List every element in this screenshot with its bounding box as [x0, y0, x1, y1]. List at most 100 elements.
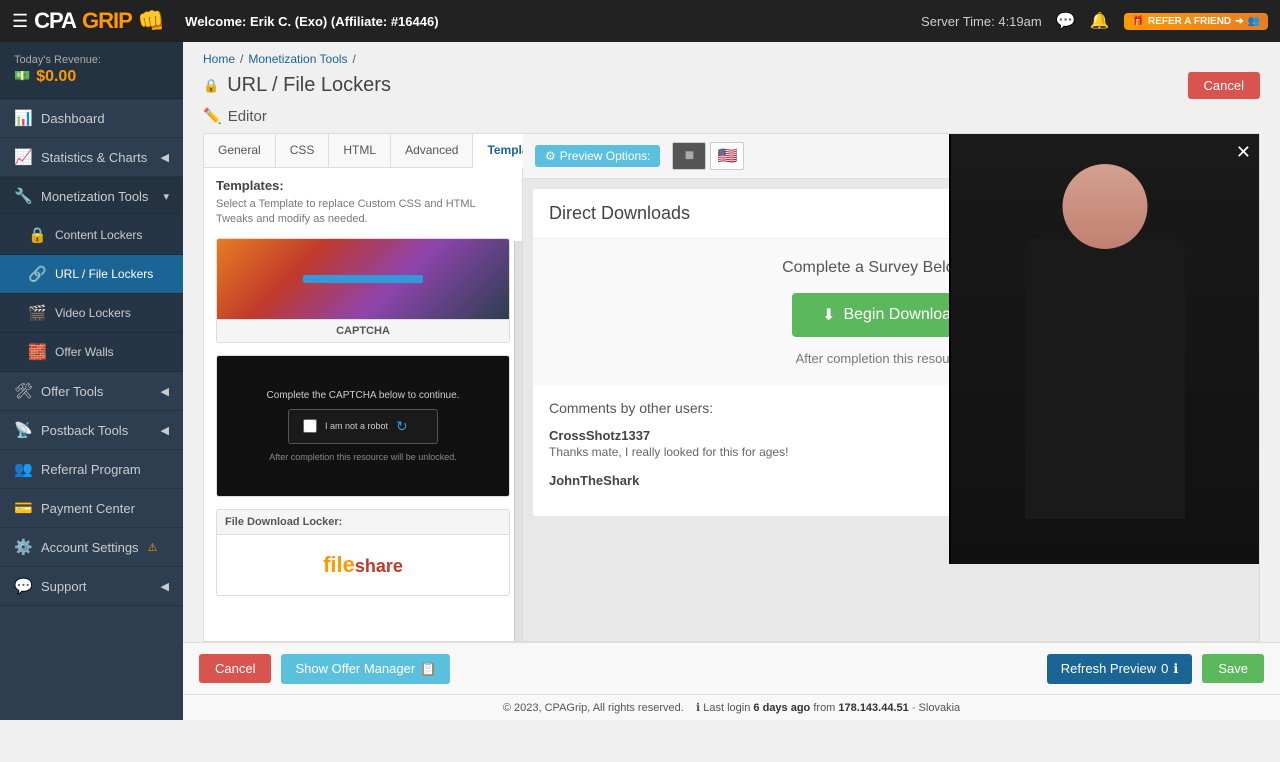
tab-css[interactable]: CSS — [276, 134, 330, 167]
tab-general[interactable]: General — [204, 134, 276, 167]
fist-icon: 👊 — [138, 8, 165, 34]
cancel-top-button[interactable]: Cancel — [1188, 72, 1260, 99]
offer-walls-icon: 🧱 — [28, 343, 46, 361]
sidebar-item-dashboard[interactable]: 📊 Dashboard — [0, 99, 183, 138]
download-icon: ⬇ — [822, 305, 835, 325]
last-login-time: 6 days ago — [753, 702, 810, 714]
breadcrumb-home[interactable]: Home — [203, 52, 235, 66]
sidebar-item-video-lockers[interactable]: 🎬 Video Lockers — [0, 294, 183, 333]
info-icon: ℹ — [1173, 661, 1178, 677]
video-icon: 🎬 — [28, 304, 46, 322]
sidebar-item-url-lockers[interactable]: 🔗 URL / File Lockers — [0, 255, 183, 294]
sidebar-item-postback-tools[interactable]: 📡 Postback Tools ◀ — [0, 411, 183, 450]
sidebar-item-offer-tools[interactable]: 🛠 Offer Tools ◀ — [0, 372, 183, 411]
save-button[interactable]: Save — [1202, 654, 1264, 683]
copyright: © 2023, CPAGrip, All rights reserved. — [503, 702, 684, 714]
show-offer-button[interactable]: Show Offer Manager 📋 — [281, 654, 450, 684]
brand-grip: GRIP — [82, 8, 132, 34]
template-preview-fileshare: fileshare — [217, 535, 509, 595]
scrollbar[interactable] — [514, 241, 522, 641]
refer-arrow-icon: ➜ — [1235, 16, 1243, 27]
postback-icon: 📡 — [14, 421, 32, 439]
payment-icon: 💳 — [14, 499, 32, 517]
video-person: ✕ — [951, 134, 1259, 564]
hamburger-icon[interactable]: ☰ — [12, 11, 28, 32]
sidebar-item-support[interactable]: 💬 Support ◀ — [0, 567, 183, 606]
sidebar-item-statistics[interactable]: 📈 Statistics & Charts ◀ — [0, 138, 183, 177]
brand-cpa: CPA — [34, 8, 76, 34]
footer: © 2023, CPAGrip, All rights reserved. ℹ … — [183, 694, 1280, 720]
sidebar-item-offer-walls[interactable]: 🧱 Offer Walls — [0, 333, 183, 372]
us-flag-icon: 🇺🇸 — [718, 146, 738, 166]
revenue-label: Today's Revenue: — [14, 54, 169, 66]
flag-dark-button[interactable]: ■ — [672, 142, 706, 170]
server-time: Server Time: 4:19am — [921, 14, 1042, 29]
editor-container: ✏️ Editor General CSS HTML Advanced Temp… — [183, 107, 1280, 642]
breadcrumb: Home / Monetization Tools / — [183, 42, 1280, 70]
tab-advanced[interactable]: Advanced — [391, 134, 473, 167]
messages-icon[interactable]: 💬 — [1056, 11, 1076, 31]
offer-icon: 📋 — [420, 661, 436, 677]
page-title: URL / File Lockers — [227, 74, 391, 97]
chevron-icon: ◀ — [161, 385, 169, 398]
preview-options-button[interactable]: ⚙ Preview Options: — [535, 145, 660, 167]
refresh-icon: ↻ — [396, 418, 408, 435]
sidebar-item-label: Monetization Tools — [41, 189, 148, 204]
captcha-bar — [303, 275, 423, 283]
content-area: Home / Monetization Tools / 🔒 URL / File… — [183, 42, 1280, 720]
sidebar-item-label: Video Lockers — [55, 306, 131, 320]
breadcrumb-monetization[interactable]: Monetization Tools — [248, 52, 347, 66]
sidebar-item-content-lockers[interactable]: 🔒 Content Lockers — [0, 216, 183, 255]
template-card-captcha-dark[interactable]: Complete the CAPTCHA below to continue. … — [216, 355, 510, 497]
captcha-dark-box: I am not a robot ↻ — [288, 409, 438, 444]
preview-flags: ■ 🇺🇸 — [672, 142, 744, 170]
video-controls[interactable]: ✕ — [1236, 142, 1251, 163]
refer-banner[interactable]: 🎁 REFER A FRIEND ➜ 👥 — [1124, 13, 1268, 30]
revenue-amount: $0.00 — [36, 68, 76, 86]
account-icon: ⚙️ — [14, 538, 32, 556]
statistics-icon: 📈 — [14, 148, 32, 166]
flag-us-button[interactable]: 🇺🇸 — [710, 142, 744, 170]
support-icon: 💬 — [14, 577, 32, 595]
lock-icon: 🔒 — [28, 226, 46, 244]
sidebar-item-account[interactable]: ⚙️ Account Settings ⚠ — [0, 528, 183, 567]
cancel-bottom-button[interactable]: Cancel — [199, 654, 271, 683]
sidebar-item-label: Offer Walls — [55, 345, 114, 359]
navbar: ☰ CPAGRIP 👊 Welcome: Erik C. (Exo) (Affi… — [0, 0, 1280, 42]
right-panel: ⚙ Preview Options: ■ 🇺🇸 — [523, 133, 1260, 642]
templates-content: Templates: Select a Template to replace … — [204, 168, 522, 641]
refer-users-icon: 👥 — [1248, 16, 1260, 27]
captcha-dark-title: Complete the CAPTCHA below to continue. — [267, 390, 460, 401]
template-card-captcha[interactable]: CAPTCHA — [216, 238, 510, 343]
template-label-fileshare: File Download Locker: — [217, 510, 509, 535]
edit-icon: ✏️ — [203, 107, 222, 125]
editor-body: General CSS HTML Advanced Templates Temp… — [203, 133, 1260, 642]
person-head — [1063, 164, 1148, 249]
chevron-icon: ◀ — [161, 424, 169, 437]
info-icon-footer: ℹ — [696, 702, 700, 714]
dashboard-icon: 📊 — [14, 109, 32, 127]
main-content: Home / Monetization Tools / 🔒 URL / File… — [183, 42, 1280, 720]
sidebar-item-monetization[interactable]: 🔧 Monetization Tools ▾ — [0, 177, 183, 216]
sidebar-item-label: URL / File Lockers — [55, 267, 153, 281]
last-login-ip: 178.143.44.51 — [838, 702, 908, 714]
sidebar-item-label: Dashboard — [41, 111, 105, 126]
refresh-preview-button[interactable]: Refresh Preview 0 ℹ — [1047, 654, 1193, 684]
brand: ☰ CPAGRIP 👊 — [12, 8, 165, 34]
sidebar-item-payment[interactable]: 💳 Payment Center — [0, 489, 183, 528]
sidebar-item-label: Support — [41, 579, 87, 594]
tab-html[interactable]: HTML — [329, 134, 391, 167]
referral-icon: 👥 — [14, 460, 32, 478]
sidebar-item-label: Postback Tools — [41, 423, 128, 438]
dark-flag-icon: ■ — [685, 147, 695, 165]
last-login-prefix: Last login — [703, 702, 750, 714]
editor-label: ✏️ Editor — [203, 107, 1260, 125]
template-card-fileshare[interactable]: File Download Locker: fileshare — [216, 509, 510, 596]
sidebar-item-label: Payment Center — [41, 501, 135, 516]
captcha-text: I am not a robot — [325, 421, 388, 431]
templates-hint: Select a Template to replace Custom CSS … — [216, 197, 510, 228]
sidebar-item-referral[interactable]: 👥 Referral Program — [0, 450, 183, 489]
settings-icon: ⚙ — [545, 149, 556, 163]
sidebar-item-label: Offer Tools — [41, 384, 103, 399]
notifications-icon[interactable]: 🔔 — [1090, 11, 1110, 31]
